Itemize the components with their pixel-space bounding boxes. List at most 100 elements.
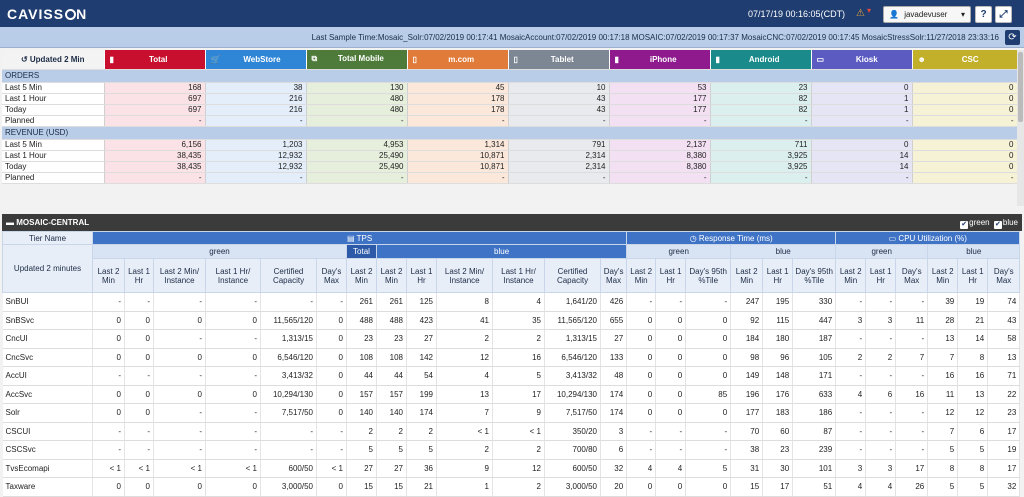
metric-cell: 3,925 [710, 150, 812, 162]
grid-cell: 15 [346, 477, 377, 497]
tps-green-col-header[interactable]: Last 2 Min/ Instance [153, 258, 206, 293]
tier-row[interactable]: SnBUI - - - - - -261 261 125 8 4 1,641/20 426- - -247 1… [2, 292, 1021, 312]
orders-section-row: ORDERS [2, 69, 1018, 83]
tier-name[interactable]: CncUI [2, 329, 93, 349]
cpu-blue-col-header[interactable]: Last 1 Hr [957, 258, 989, 293]
alert-dropdown-icon[interactable]: ▾ [867, 6, 871, 15]
cpu-green-col-header[interactable]: Day's Max [895, 258, 929, 293]
grid-cell: 1,641/20 [544, 292, 601, 312]
rt-blue-col-header[interactable]: Day's 95th %Tile [792, 258, 837, 293]
grid-cell: - [685, 292, 732, 312]
tier-name[interactable]: SnBSvc [2, 311, 93, 330]
tps-blue-col-header[interactable]: Last 1 Hr/ Instance [492, 258, 545, 293]
expand-button[interactable]: ⤢ [995, 6, 1012, 23]
grid-cell: 0 [655, 477, 687, 497]
user-menu-button[interactable]: 👤 javadevuser ▾ [883, 6, 971, 23]
tps-green-col-header[interactable]: Day's Max [316, 258, 347, 293]
grid-cell: 239 [792, 440, 837, 460]
rt-blue-col-header[interactable]: Last 1 Hr [762, 258, 794, 293]
grid-cell: - [835, 292, 867, 312]
tps-total-col-header[interactable]: Last 2 Min [346, 258, 377, 293]
tps-blue-col-header[interactable]: Last 2 Min/ Instance [436, 258, 493, 293]
channel-header-1[interactable]: 🛒 WebStore [205, 50, 307, 70]
tps-blue-col-header[interactable]: Certified Capacity [544, 258, 601, 293]
tier-name[interactable]: CSCUI [2, 422, 93, 441]
tps-blue-col-header[interactable]: Last 1 Hr [406, 258, 437, 293]
alert-icon[interactable]: ⚠ [856, 8, 865, 19]
tier-row[interactable]: CSCUI - - - - - -2 2 2 < 1 < 1 350/20 3- - -70 60 87- - -7… [2, 422, 1021, 441]
grid-cell: 26 [895, 477, 929, 497]
green-checkbox[interactable]: ✔ [960, 221, 969, 229]
channel-header-0[interactable]: ▮ Total [104, 50, 206, 70]
channel-header-3[interactable]: ▯ m.com [407, 50, 509, 70]
metric-cell: 0 [811, 82, 913, 94]
channel-header-8[interactable]: ☻ CSC [912, 50, 1018, 70]
tier-row[interactable]: Solr 0 0- -7,517/50 0 140 140 174 7 9 7,517/50 174 0… [2, 403, 1021, 423]
grid-cell: 700/80 [544, 440, 601, 460]
tier-row[interactable]: CncSvc 0 0 0 0 6,546/120 0 108 108 142 12 16 6,546/1… [2, 348, 1021, 367]
grid-cell: - [153, 422, 206, 441]
tps-green-col-header[interactable]: Last 1 Hr/ Instance [205, 258, 261, 293]
rt-green-col-header[interactable]: Last 2 Min [626, 258, 657, 293]
cpu-green-col-header[interactable]: Last 1 Hr [865, 258, 897, 293]
tier-row[interactable]: Taxware 0 0 0 0 3,000/50 0 15 15 21 1 2 3,000/50 20 0 0… [2, 477, 1021, 497]
rt-green-col-header[interactable]: Day's 95th %Tile [685, 258, 732, 293]
channel-header-5[interactable]: ▮ iPhone [609, 50, 711, 70]
tier-name[interactable]: CSCSvc [2, 440, 93, 460]
channel-header-7[interactable]: ▭ Kiosk [811, 50, 913, 70]
cpu-blue-col-header[interactable]: Last 2 Min [927, 258, 959, 293]
metric-cell: 2,314 [508, 150, 610, 162]
cpu-green-col-header[interactable]: Last 2 Min [835, 258, 867, 293]
mosaic-central-bar[interactable]: ▬ MOSAIC-CENTRAL ✔ green ✔ blue [2, 214, 1022, 231]
channel-icon: ▯ [412, 54, 417, 64]
blue-checkbox[interactable]: ✔ [993, 221, 1002, 229]
tier-name[interactable]: Taxware [2, 477, 93, 497]
rt-blue-header: blue [730, 244, 837, 259]
grid-cell: 1,313/15 [260, 329, 317, 349]
grid-cell: 35 [492, 311, 545, 330]
tier-name[interactable]: AccUI [2, 366, 93, 386]
cpu-blue-col-header[interactable]: Day's Max [987, 258, 1021, 293]
channel-header-6[interactable]: ▮ Android [710, 50, 812, 70]
row-label: Last 1 Hour [2, 150, 105, 162]
tier-row[interactable]: CncUI 0 0- -1,313/15 0 23 23 27 2 2 1,313/15 27 0 0 0 1… [2, 329, 1021, 349]
metric-cell: 177 [609, 104, 711, 116]
collapse-icon[interactable]: ▬ [6, 218, 14, 227]
tps-green-col-header[interactable]: Certified Capacity [260, 258, 317, 293]
grid-cell: 3,413/32 [260, 366, 317, 386]
rt-blue-col-header[interactable]: Last 2 Min [730, 258, 764, 293]
help-button[interactable]: ? [975, 6, 992, 23]
update-interval-button[interactable]: ↺ Updated 2 Min [2, 50, 105, 70]
tier-name[interactable]: Solr [2, 403, 93, 423]
metric-cell: 53 [609, 82, 711, 94]
channel-header-4[interactable]: ▯ Tablet [508, 50, 610, 70]
tier-name-header[interactable]: Tier Name [2, 231, 93, 245]
grid-cell: 85 [685, 385, 732, 404]
tier-name[interactable]: TvsEcomapi [2, 459, 93, 478]
tier-row[interactable]: CSCSvc - - - - - -5 5 5 2 2 700/80 6- - -38 23 239- - -5 5 1… [2, 440, 1021, 460]
tps-blue-col-header[interactable]: Day's Max [599, 258, 628, 293]
tier-name[interactable]: CncSvc [2, 348, 93, 367]
tier-row[interactable]: AccUI - - - -3,413/32 0 44 44 54 4 5 3,413/32 48 0 0 0 1… [2, 366, 1021, 386]
tier-row[interactable]: SnBSvc 0 0 0 0 11,565/120 0 488 488 423 41 35 11,565… [2, 311, 1021, 330]
grid-cell: 140 [346, 403, 377, 423]
tier-row[interactable]: AccSvc 0 0 0 0 10,294/130 0 157 157 199 13 17 10,294… [2, 385, 1021, 404]
scrollbar-thumb[interactable] [1018, 52, 1023, 122]
rt-green-col-header[interactable]: Last 1 Hr [655, 258, 687, 293]
tier-name[interactable]: AccSvc [2, 385, 93, 404]
tps-green-col-header[interactable]: Last 1 Hr [124, 258, 154, 293]
metric-cell: - [912, 172, 1018, 184]
metric-cell: 10 [508, 82, 610, 94]
grid-cell: - [685, 422, 732, 441]
grid-cell: 247 [730, 292, 764, 312]
channel-header-2[interactable]: ⧉ Total Mobile [306, 50, 408, 70]
tps-blue-col-header[interactable]: Last 2 Min [376, 258, 407, 293]
tps-green-col-header[interactable]: Last 2 Min [92, 258, 125, 293]
tier-name[interactable]: SnBUI [2, 292, 93, 312]
refresh-button[interactable]: ⟳ [1005, 30, 1020, 45]
top-bar: CAVISS N 07/17/19 00:16:05(CDT) ⚠ ▾ 👤 jav… [0, 0, 1024, 27]
tier-row[interactable]: TvsEcomapi < 1 < 1 < 1 < 1 600/50 < 1 27 27 36 9 12… [2, 459, 1021, 478]
grid-cell: 6,546/120 [544, 348, 601, 367]
summary-scrollbar[interactable] [1017, 50, 1024, 206]
grid-cell: 98 [730, 348, 764, 367]
